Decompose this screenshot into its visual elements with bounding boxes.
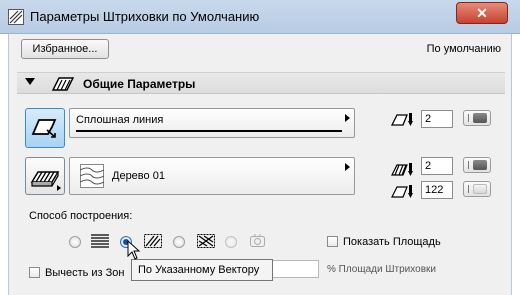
radial-hatch-icon	[250, 234, 265, 247]
background-pen-icon	[391, 185, 413, 198]
title-bar: Параметры Штриховки по Умолчанию ✕	[0, 0, 520, 34]
area-percent-field[interactable]	[271, 260, 319, 278]
rotated-hatch-icon	[197, 234, 215, 248]
uniform-hatch-icon	[91, 234, 109, 248]
select-arrow-icon	[345, 163, 350, 171]
hatch-section-icon	[51, 77, 75, 91]
mouse-cursor-icon	[127, 240, 141, 260]
wood-pattern-icon	[80, 164, 104, 188]
window-title: Параметры Штриховки по Умолчанию	[30, 9, 260, 24]
select-arrow-icon	[345, 114, 350, 122]
fill-pattern-label: Дерево 01	[112, 170, 165, 182]
radio-uniform[interactable]	[69, 236, 81, 248]
fill-brick-icon	[30, 171, 60, 187]
fill-pattern-select[interactable]: Дерево 01	[69, 157, 355, 195]
default-label: По умолчанию	[426, 43, 501, 55]
linetype-preview	[76, 130, 342, 132]
vector-hatch-icon	[144, 234, 162, 248]
background-toggle[interactable]	[463, 181, 491, 197]
tooltip: По Указанному Вектору	[131, 259, 273, 281]
linetype-select[interactable]: Сплошная линия	[69, 108, 355, 138]
contour-visibility-toggle[interactable]	[463, 110, 491, 126]
fill-pen-icon	[391, 163, 413, 176]
contour-button[interactable]	[25, 108, 65, 148]
fill-type-button[interactable]	[25, 157, 65, 195]
show-area-checkbox[interactable]	[327, 236, 338, 247]
contour-pen-icon	[391, 113, 413, 126]
contour-icon	[31, 119, 57, 138]
subtract-zones-label: Вычесть из Зон	[45, 267, 125, 279]
close-button[interactable]: ✕	[456, 2, 508, 24]
app-icon	[8, 9, 24, 25]
radio-radial[interactable]	[225, 236, 237, 248]
contour-pen-field[interactable]: 2	[421, 110, 453, 128]
area-percent-label: % Площади Штриховки	[327, 264, 436, 275]
section-title: Общие Параметры	[83, 77, 196, 91]
linetype-label: Сплошная линия	[76, 114, 164, 126]
build-method-label: Способ построения:	[29, 210, 133, 222]
background-pen-field[interactable]: 122	[421, 181, 453, 199]
fill-pen-field[interactable]: 2	[421, 157, 453, 175]
collapse-triangle-icon[interactable]	[25, 78, 35, 85]
subtract-zones-checkbox[interactable]	[29, 267, 40, 278]
dialog-body: Избранное... По умолчанию Общие Параметр…	[8, 34, 512, 295]
fill-pen-toggle[interactable]	[463, 157, 491, 173]
show-area-label: Показать Площадь	[343, 236, 441, 248]
favorites-button[interactable]: Избранное...	[21, 39, 109, 59]
radio-rotated[interactable]	[173, 236, 185, 248]
submenu-arrow-icon	[57, 185, 61, 191]
